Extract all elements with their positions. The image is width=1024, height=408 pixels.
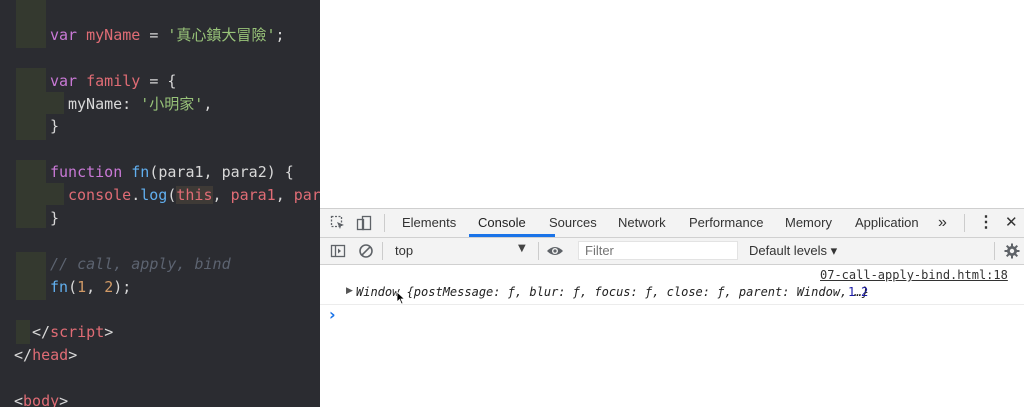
code-line-8: // call, apply, bind [50, 255, 231, 273]
source-link[interactable]: 07-call-apply-bind.html:18 [820, 268, 1008, 282]
log-arg-2: 2 [861, 285, 869, 299]
more-tabs-button[interactable]: » [938, 209, 947, 237]
tab-network[interactable]: Network [618, 209, 666, 237]
code-line-2: var family = { [50, 72, 177, 90]
tab-performance[interactable]: Performance [689, 209, 763, 237]
gear-icon[interactable] [1002, 241, 1022, 261]
console-output[interactable]: 07-call-apply-bind.html:18 ▶ Window {pos… [320, 265, 1024, 408]
code-line-7: } [50, 209, 60, 227]
log-object-preview[interactable]: Window {postMessage: ƒ, blur: ƒ, focus: … [356, 285, 869, 299]
active-tab-indicator [469, 234, 555, 237]
divider [538, 242, 539, 260]
code-line-10: </script> [32, 323, 114, 341]
code-line-3: myName: '小明家', [68, 95, 213, 113]
code-line-12: <body> [14, 392, 69, 407]
console-filter-input[interactable] [578, 241, 738, 260]
tab-memory[interactable]: Memory [785, 209, 832, 237]
code-line-11: </head> [14, 346, 78, 364]
divider [964, 214, 965, 232]
divider [382, 242, 383, 260]
kebab-menu-icon[interactable]: ⋮ [978, 209, 994, 237]
indent-guide [16, 160, 46, 228]
indent-guide [16, 68, 46, 140]
expand-arrow-icon[interactable]: ▶ [346, 286, 353, 296]
tab-elements[interactable]: Elements [402, 209, 456, 237]
code-line-5: function fn(para1, para2) { [50, 163, 294, 181]
code-line-4: } [50, 117, 60, 135]
prompt-chevron-icon: › [329, 305, 336, 324]
divider [994, 242, 995, 260]
devtools-panel: Elements Console Sources Network Perform… [320, 208, 1024, 408]
devtools-tab-bar: Elements Console Sources Network Perform… [320, 209, 1024, 238]
context-value: top [395, 243, 414, 258]
log-arg-1: 1 [848, 285, 856, 299]
tab-application[interactable]: Application [855, 209, 919, 237]
indent-guide [46, 183, 64, 205]
clear-console-icon[interactable] [356, 241, 376, 261]
divider [384, 214, 385, 232]
context-selector[interactable]: top ▼ [390, 241, 530, 261]
browser-viewport [320, 0, 1024, 208]
log-levels-dropdown[interactable]: Default levels ▾ [749, 238, 837, 264]
code-line-1: var myName = '真心鎮大冒險'; [50, 26, 285, 44]
console-log-entry: ▶ Window {postMessage: ƒ, blur: ƒ, focus… [320, 283, 1024, 305]
dropdown-arrow-icon: ▼ [518, 243, 526, 254]
indent-guide [16, 0, 46, 48]
code-line-9: fn(1, 2); [50, 278, 132, 296]
tab-sources[interactable]: Sources [549, 209, 597, 237]
code-editor[interactable]: var myName = '真心鎮大冒險'; var family = { my… [0, 0, 320, 407]
indent-guide [16, 252, 46, 300]
mouse-cursor-icon [396, 291, 406, 305]
live-expression-eye-icon[interactable] [545, 241, 565, 261]
sidebar-toggle-icon[interactable] [328, 241, 348, 261]
code-line-6: console.log(this, para1, par [68, 186, 320, 204]
console-prompt-row[interactable]: › [320, 305, 1024, 325]
device-toolbar-icon[interactable] [354, 213, 374, 233]
indent-guide [16, 320, 30, 344]
indent-guide [46, 92, 64, 114]
tab-console[interactable]: Console [478, 209, 526, 237]
console-toolbar: top ▼ Default levels ▾ [320, 238, 1024, 265]
inspect-element-icon[interactable] [328, 213, 348, 233]
close-devtools-icon[interactable]: ✕ [1005, 209, 1018, 237]
